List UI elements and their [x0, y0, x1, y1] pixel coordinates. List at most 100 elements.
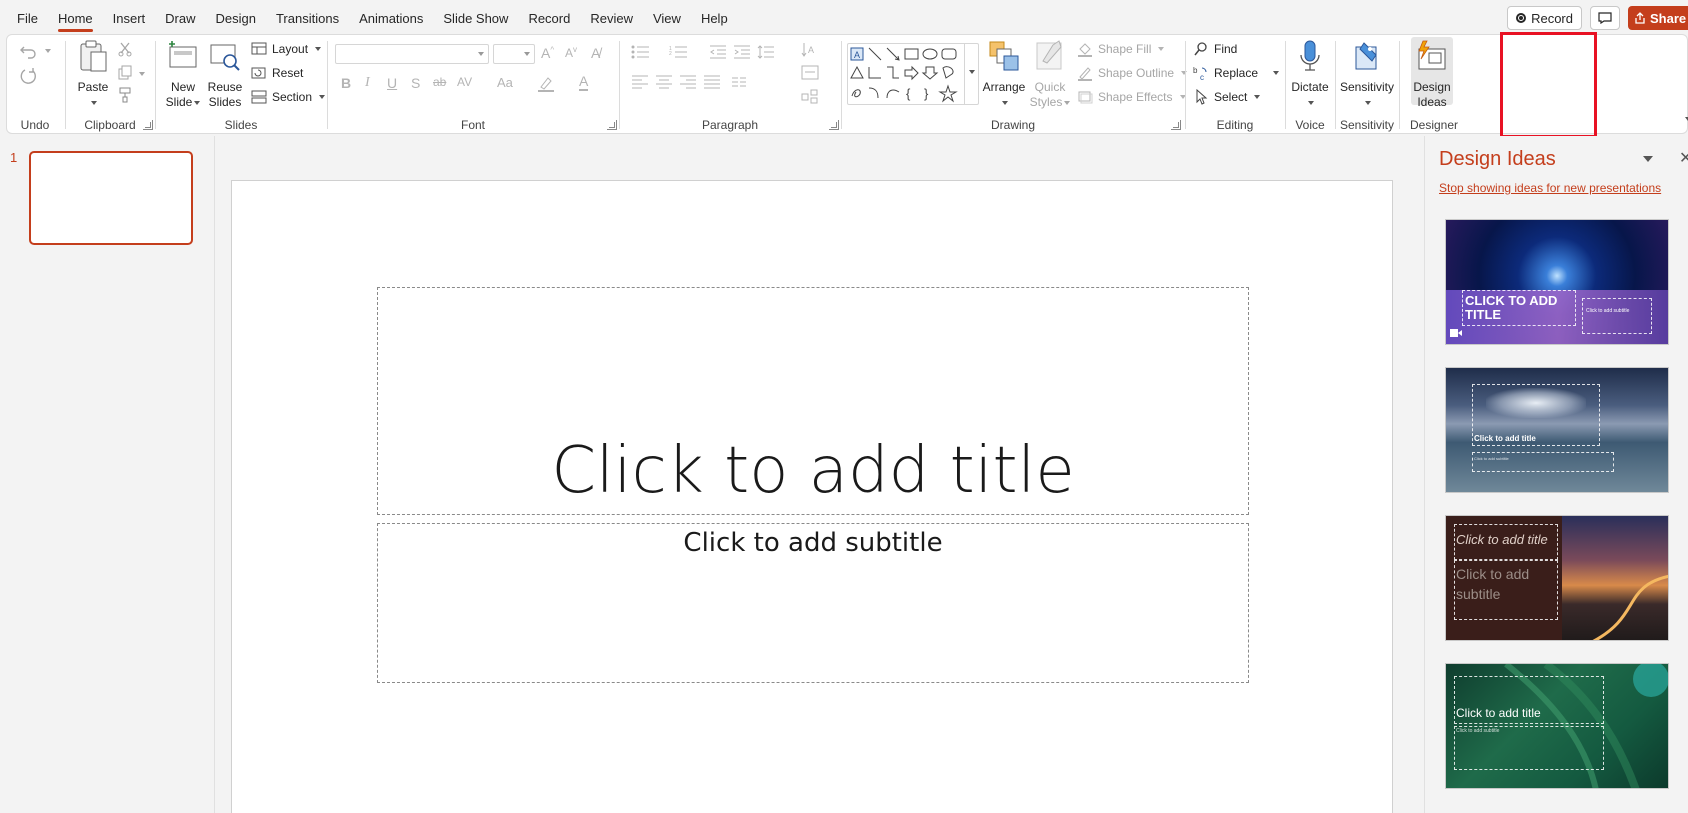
find-button[interactable]: Find	[1193, 41, 1237, 57]
menu-draw[interactable]: Draw	[155, 0, 205, 36]
character-spacing-icon[interactable]: AV	[457, 75, 472, 89]
underline-icon[interactable]: U	[387, 75, 397, 91]
text-shadow-icon[interactable]: S	[411, 75, 420, 91]
shape-effects-button[interactable]: Shape Effects	[1077, 89, 1186, 105]
text-direction-icon[interactable]: A	[801, 41, 819, 59]
menu-file[interactable]: File	[0, 0, 48, 36]
numbering-icon[interactable]: 12	[669, 45, 689, 59]
comments-button[interactable]	[1590, 6, 1620, 30]
reset-button[interactable]: Reset	[251, 65, 303, 81]
increase-font-size-icon[interactable]: A^	[541, 45, 554, 61]
arrange-label: Arrange	[982, 80, 1026, 94]
menu-design[interactable]: Design	[206, 0, 266, 36]
menu-record[interactable]: Record	[518, 0, 580, 36]
section-button[interactable]: Section	[251, 89, 326, 105]
layout-button[interactable]: Layout	[251, 41, 322, 57]
change-case-icon[interactable]: Aa	[497, 75, 513, 90]
title-placeholder[interactable]: Click to add title	[377, 287, 1249, 515]
increase-indent-icon[interactable]	[733, 45, 751, 59]
menu-home[interactable]: Home	[48, 0, 103, 36]
menu-animations[interactable]: Animations	[349, 0, 433, 36]
paste-button[interactable]: Paste	[71, 39, 115, 110]
italic-icon[interactable]: I	[365, 75, 370, 91]
design-idea-3[interactable]: Click to add title Click to add subtitle	[1445, 515, 1669, 641]
clear-formatting-icon[interactable]: A̸	[591, 45, 600, 61]
replace-label: Replace	[1214, 66, 1259, 80]
strikethrough-icon[interactable]: ab	[433, 75, 446, 89]
group-designer: Design Ideas Designer	[1403, 35, 1465, 135]
shape-effects-icon	[1078, 91, 1093, 104]
idea-3-subtitle: Click to add subtitle	[1456, 566, 1530, 602]
find-label: Find	[1214, 42, 1238, 56]
menu-transitions[interactable]: Transitions	[266, 0, 349, 36]
shapes-gallery[interactable]: A { }	[847, 43, 979, 105]
convert-smartart-icon[interactable]	[801, 89, 819, 105]
new-slide-button[interactable]: New Slide	[163, 39, 203, 110]
shape-fill-button[interactable]: Shape Fill	[1077, 41, 1165, 57]
cut-icon[interactable]	[117, 41, 133, 57]
shapes-gallery-scroll[interactable]	[964, 44, 978, 104]
sensitivity-button[interactable]: Sensitivity	[1337, 39, 1397, 110]
line-spacing-icon[interactable]	[757, 45, 775, 59]
design-idea-1[interactable]: CLICK TO ADD TITLE Click to add subtitle	[1445, 219, 1669, 345]
quick-styles-button[interactable]: Quick Styles	[1027, 39, 1073, 110]
bullets-icon[interactable]	[631, 45, 651, 59]
group-label-designer: Designer	[1409, 118, 1459, 132]
bold-icon[interactable]: B	[341, 75, 351, 91]
copy-dropdown-icon[interactable]	[139, 72, 145, 76]
justify-icon[interactable]	[703, 75, 721, 89]
align-right-icon[interactable]	[679, 75, 697, 89]
record-icon	[1516, 13, 1527, 23]
columns-icon[interactable]	[731, 77, 747, 89]
pane-options-icon[interactable]	[1643, 156, 1653, 162]
font-size-combobox[interactable]	[493, 44, 535, 64]
reuse-slides-label-line1: Reuse	[207, 80, 243, 94]
align-text-icon[interactable]	[801, 65, 819, 81]
design-ideas-button[interactable]: Design Ideas	[1411, 37, 1453, 109]
design-idea-4[interactable]: Click to add title Click to add subtitle	[1445, 663, 1669, 789]
shape-outline-button[interactable]: Shape Outline	[1077, 65, 1188, 81]
undo-dropdown-icon[interactable]	[45, 49, 51, 53]
svg-text:A: A	[808, 45, 814, 55]
select-button[interactable]: Select	[1193, 89, 1261, 105]
menu-view[interactable]: View	[643, 0, 691, 36]
undo-icon[interactable]	[19, 43, 39, 59]
paste-label: Paste	[77, 80, 109, 94]
slide-thumbnail[interactable]	[29, 151, 193, 245]
shapes-more-icon[interactable]	[969, 70, 975, 74]
arrange-button[interactable]: Arrange	[981, 39, 1027, 110]
subtitle-placeholder[interactable]: Click to add subtitle	[377, 523, 1249, 683]
layout-label: Layout	[272, 42, 309, 56]
design-idea-2[interactable]: Click to add title Click to add subtitle	[1445, 367, 1669, 493]
close-icon[interactable]: ✕	[1679, 148, 1688, 168]
share-button[interactable]: Share	[1628, 6, 1688, 30]
menu-review[interactable]: Review	[580, 0, 643, 36]
format-painter-icon[interactable]	[117, 87, 133, 103]
font-color-icon[interactable]: A	[579, 73, 589, 91]
group-clipboard: Paste Clipboard	[65, 35, 155, 135]
section-dropdown-icon	[319, 95, 326, 99]
slide-thumbnail-pane: 1	[0, 136, 214, 813]
slide[interactable]: Click to add title Click to add subtitle	[231, 180, 1393, 813]
idea-1-subtitle-box	[1582, 298, 1652, 334]
menu-insert[interactable]: Insert	[103, 0, 156, 36]
copy-icon[interactable]	[117, 65, 133, 81]
menu-bar: File Home Insert Draw Design Transitions…	[0, 0, 1688, 36]
highlight-color-icon[interactable]	[537, 75, 555, 93]
record-button[interactable]: Record	[1507, 6, 1582, 30]
stop-showing-ideas-link[interactable]: Stop showing ideas for new presentations	[1439, 181, 1661, 195]
align-center-icon[interactable]	[655, 75, 673, 89]
dictate-button[interactable]: Dictate	[1287, 39, 1333, 110]
decrease-font-size-icon[interactable]: Av	[565, 45, 577, 60]
menu-help[interactable]: Help	[691, 0, 738, 36]
sensitivity-label: Sensitivity	[1339, 80, 1395, 94]
align-left-icon[interactable]	[631, 75, 649, 89]
group-label-slides: Slides	[224, 118, 258, 132]
redo-icon[interactable]	[19, 67, 39, 85]
reuse-slides-button[interactable]: Reuse Slides	[205, 39, 245, 110]
font-name-combobox[interactable]	[335, 44, 489, 64]
decrease-indent-icon[interactable]	[709, 45, 727, 59]
sensitivity-icon	[1355, 42, 1377, 70]
replace-button[interactable]: bc Replace	[1193, 65, 1280, 81]
menu-slide-show[interactable]: Slide Show	[433, 0, 518, 36]
